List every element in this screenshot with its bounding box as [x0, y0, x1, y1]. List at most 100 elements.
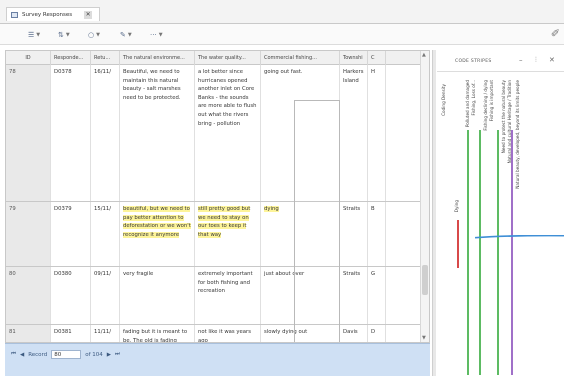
col-header-returned[interactable]: Retu...	[91, 51, 120, 65]
stripe-label: Fishing declining / dying	[483, 80, 488, 131]
filter-icon: ○	[88, 30, 95, 39]
close-tab-button[interactable]: ✕	[84, 10, 93, 19]
code-stripe-bar[interactable]	[479, 130, 481, 375]
coded-highlight: dying	[264, 206, 279, 212]
filter-menu-button[interactable]: ○ ▼	[88, 29, 100, 40]
edit-icon: ✎	[120, 30, 126, 39]
county-cell[interactable]: G	[368, 267, 386, 324]
row-id: 80	[6, 267, 51, 324]
toolbar: ☰ ▼ ⇅ ▼ ○ ▼ ✎ ▼ ··· ▼ ✐	[0, 24, 564, 45]
township-cell[interactable]: Harkers Island	[340, 65, 368, 201]
view-icon: ☰	[28, 30, 35, 39]
water-quality-cell[interactable]: not like it was years ago	[195, 325, 261, 342]
code-stripes-title: CODE STRIPES	[455, 59, 492, 64]
respondent-cell[interactable]: D0380	[51, 267, 91, 324]
code-stripe-bar[interactable]	[497, 130, 499, 375]
edit-menu-button[interactable]: ✎ ▼	[120, 29, 132, 40]
first-record-icon[interactable]: ⏮	[11, 351, 16, 358]
col-header-county[interactable]: C	[368, 51, 386, 65]
scroll-thumb[interactable]	[422, 265, 428, 295]
water-quality-cell[interactable]: a lot better since hurricanes opened ano…	[195, 65, 261, 201]
natural-environment-cell[interactable]: very fragile	[120, 267, 195, 324]
chevron-down-icon: ▼	[65, 31, 70, 38]
last-record-icon[interactable]: ⏭	[115, 351, 120, 358]
natural-environment-cell[interactable]: fading but it is meant to be. The old is…	[120, 325, 195, 342]
table-icon	[11, 11, 18, 18]
stripe-label: Need to protect the natural beauty	[501, 80, 506, 154]
scroll-up-icon[interactable]: ▲	[422, 52, 426, 58]
code-stripes-header: CODE STRIPES – ⫶ ✕	[437, 50, 564, 72]
pin-icon[interactable]: ⫶	[535, 56, 537, 65]
water-quality-cell[interactable]: still pretty good but we need to stay on…	[195, 202, 261, 266]
stripe-label-dying: Dying	[454, 200, 459, 213]
code-stripe-bar[interactable]	[467, 130, 469, 375]
data-grid: ID Responde... Retu... The natural envir…	[5, 50, 430, 343]
scroll-down-icon[interactable]: ▼	[422, 335, 426, 341]
returned-cell[interactable]: 16/11/	[91, 65, 120, 201]
tab-survey-responses[interactable]: Survey Responses ✕	[6, 7, 100, 21]
water-quality-cell[interactable]: extremely important for both fishing and…	[195, 267, 261, 324]
returned-cell[interactable]: 11/11/	[91, 325, 120, 342]
chevron-down-icon: ▼	[96, 31, 100, 38]
sort-icon: ⇅	[58, 30, 64, 39]
stripe-label: Fishing is important	[489, 80, 494, 122]
county-cell[interactable]: D	[368, 325, 386, 342]
vertical-scrollbar[interactable]: ▲ ▼	[420, 51, 429, 342]
record-total: of 104	[85, 351, 103, 358]
record-label: Record	[28, 351, 48, 358]
row-id: 81	[6, 325, 51, 342]
pane-splitter[interactable]	[432, 50, 436, 376]
previous-record-icon[interactable]: ◀	[20, 352, 24, 358]
sort-menu-button[interactable]: ⇅ ▼	[58, 29, 70, 40]
code-stripe-bar[interactable]	[511, 130, 513, 375]
township-cell[interactable]: Straits	[340, 202, 368, 266]
code-stripe-bar-dying[interactable]	[457, 220, 459, 268]
stripe-label: Natural beauty, developed, beyond its li…	[515, 80, 520, 189]
col-header-commercial-fishing[interactable]: Commercial fishing...	[261, 51, 340, 65]
close-icon[interactable]: ✕	[549, 56, 555, 64]
col-header-respondent[interactable]: Responde...	[51, 51, 91, 65]
coded-highlight: beautiful, but we need to pay better att…	[123, 206, 191, 238]
township-cell[interactable]: Straits	[340, 267, 368, 324]
natural-environment-cell[interactable]: beautiful, but we need to pay better att…	[120, 202, 195, 266]
col-header-water-quality[interactable]: The water quality...	[195, 51, 261, 65]
row-id: 78	[6, 65, 51, 201]
record-number-input[interactable]: 80	[51, 350, 82, 359]
cell-editor-frame	[294, 100, 340, 342]
col-header-township[interactable]: Townshi	[340, 51, 368, 65]
returned-cell[interactable]: 09/11/	[91, 267, 120, 324]
stripe-label: Polluted and damaged	[465, 80, 470, 128]
returned-cell[interactable]: 15/11/	[91, 202, 120, 266]
respondent-cell[interactable]: D0381	[51, 325, 91, 342]
grid-header: ID Responde... Retu... The natural envir…	[6, 51, 429, 65]
minimize-icon[interactable]: –	[519, 56, 523, 64]
code-link-line	[475, 235, 564, 239]
stripe-label-coding-density: Coding Density	[441, 84, 446, 116]
table-row[interactable]: 81 D0381 11/11/ fading but it is meant t…	[6, 325, 429, 342]
more-menu-button[interactable]: ··· ▼	[150, 29, 163, 40]
record-navigator: ⏮ ◀ Record 80 of 104 ▶ ⏭	[5, 343, 430, 376]
respondent-cell[interactable]: D0378	[51, 65, 91, 201]
tab-label: Survey Responses	[22, 11, 73, 18]
chevron-down-icon: ▼	[36, 31, 41, 38]
stripe-label: Fishing, Loss of...	[471, 80, 476, 116]
row-id: 79	[6, 202, 51, 266]
coded-highlight: still pretty good but we need to stay on…	[198, 206, 251, 238]
next-record-icon[interactable]: ▶	[107, 352, 111, 358]
natural-environment-cell[interactable]: Beautiful, we need to maintain this natu…	[120, 65, 195, 201]
code-stripes-pane: CODE STRIPES – ⫶ ✕ Coding Density Pollut…	[437, 50, 564, 376]
more-icon: ···	[150, 30, 157, 39]
table-row[interactable]: 80 D0380 09/11/ very fragile extremely i…	[6, 267, 429, 325]
chevron-down-icon: ▼	[158, 31, 163, 38]
table-row[interactable]: 79 D0379 15/11/ beautiful, but we need t…	[6, 202, 429, 267]
col-header-id[interactable]: ID	[6, 51, 51, 65]
table-row[interactable]: 78 D0378 16/11/ Beautiful, we need to ma…	[6, 65, 429, 202]
county-cell[interactable]: B	[368, 202, 386, 266]
tab-strip: Survey Responses ✕	[0, 0, 564, 24]
township-cell[interactable]: Davis	[340, 325, 368, 342]
respondent-cell[interactable]: D0379	[51, 202, 91, 266]
view-menu-button[interactable]: ☰ ▼	[28, 29, 40, 40]
col-header-natural-environment[interactable]: The natural environme...	[120, 51, 195, 65]
pen-icon[interactable]: ✐	[551, 27, 560, 40]
county-cell[interactable]: H	[368, 65, 386, 201]
